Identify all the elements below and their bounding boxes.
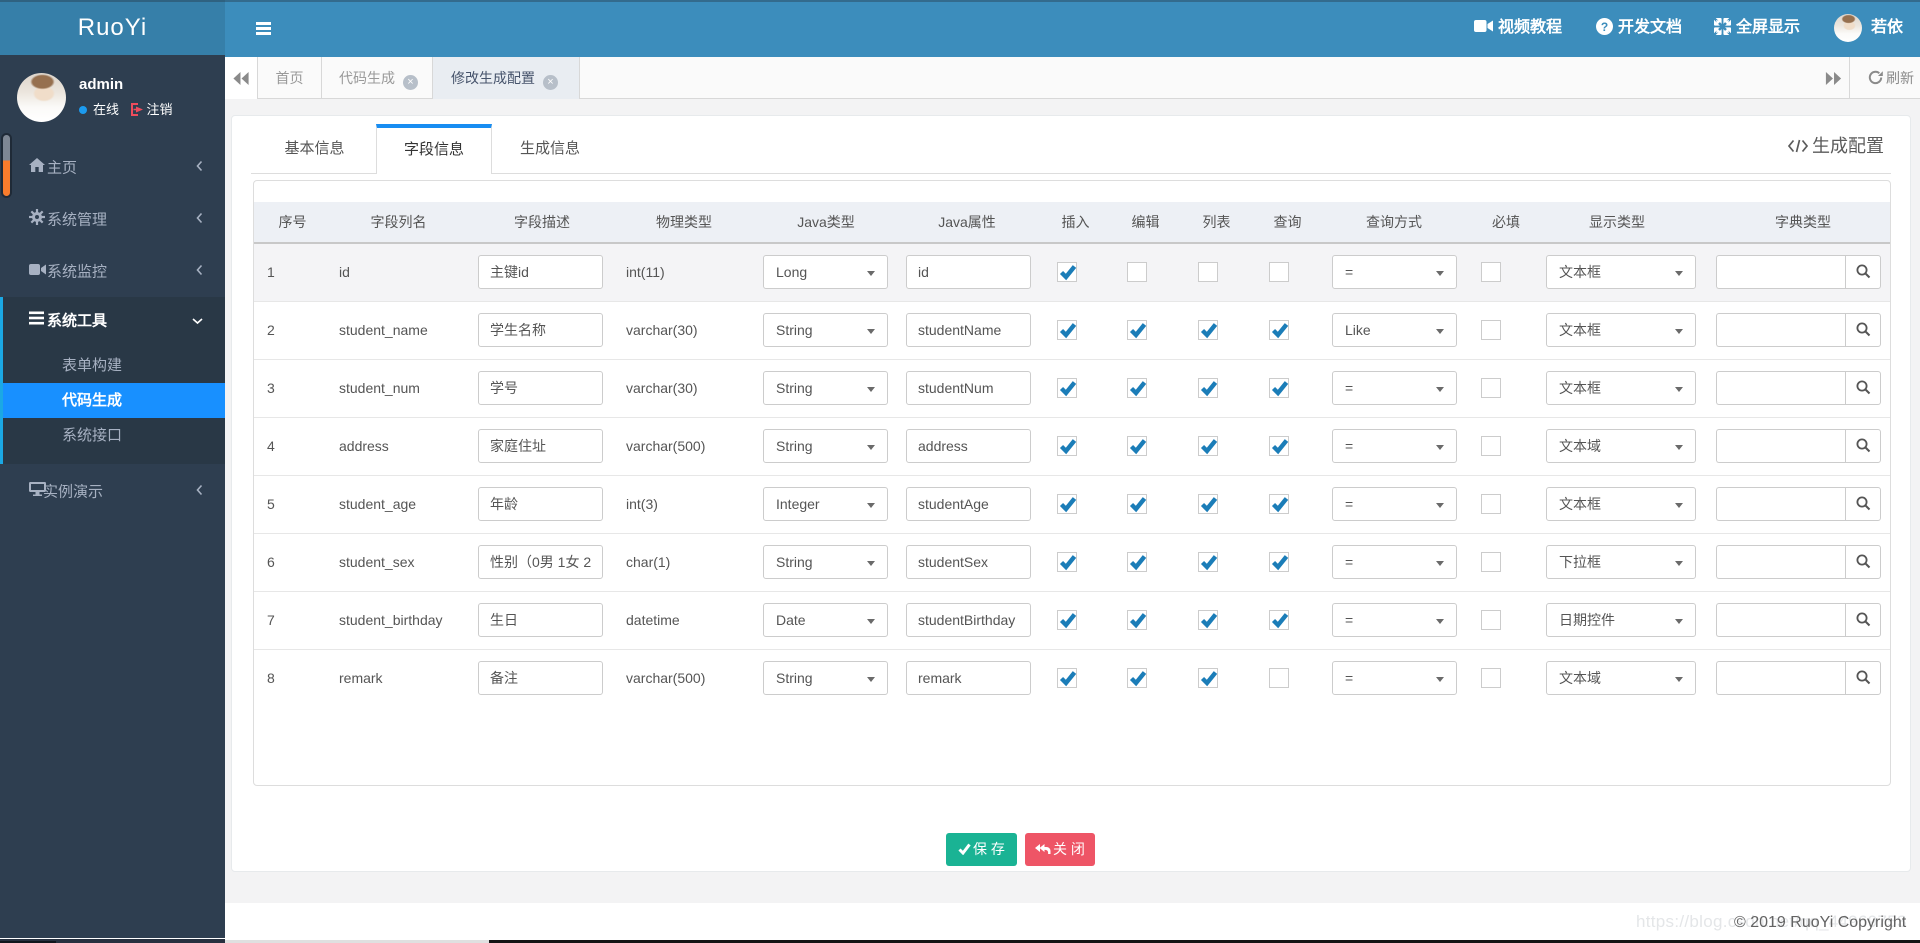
svg-text:?: ? (1601, 20, 1608, 34)
